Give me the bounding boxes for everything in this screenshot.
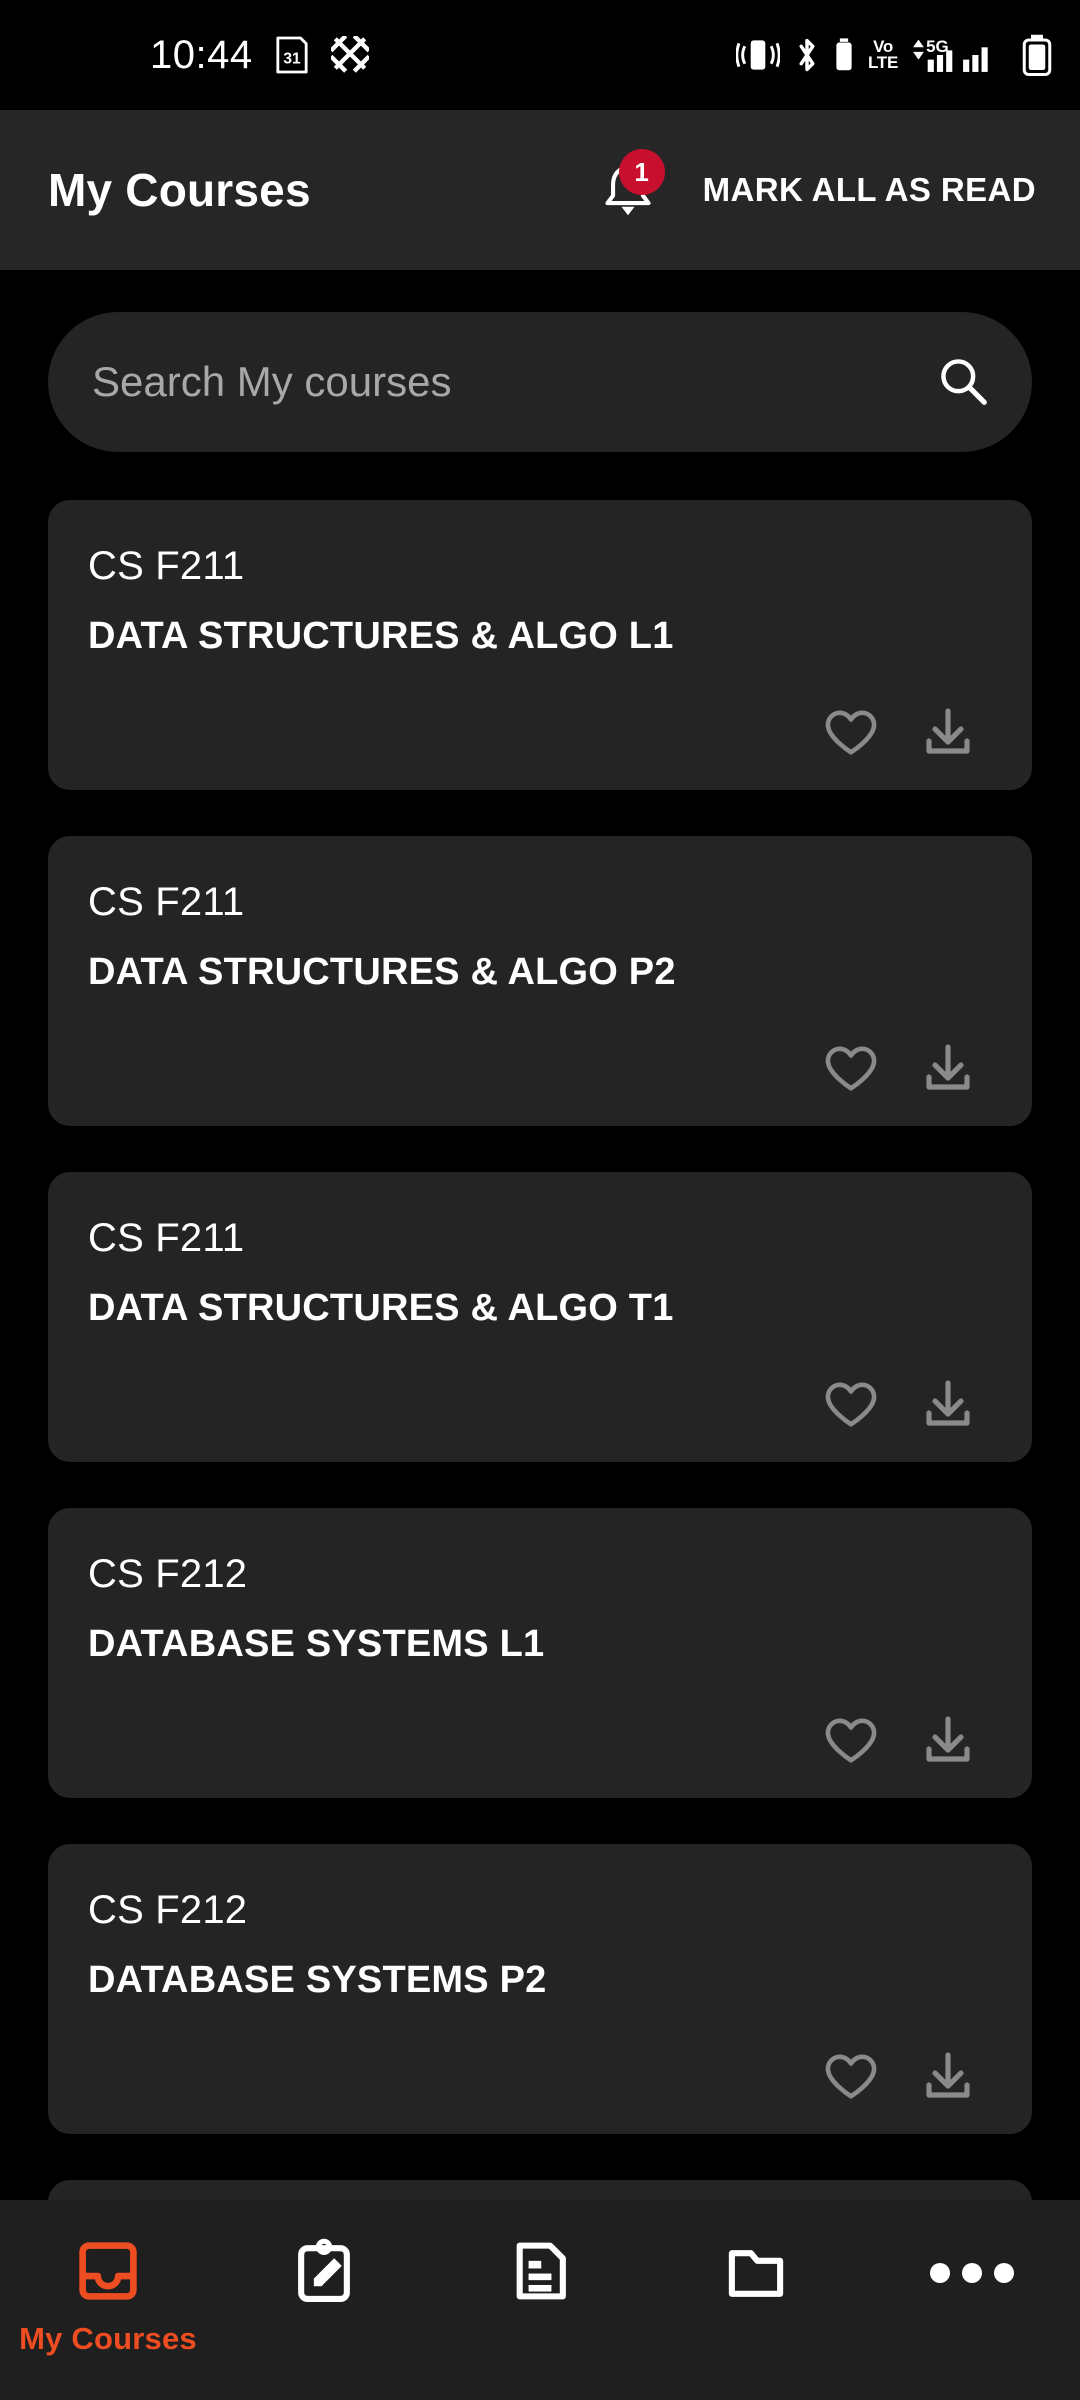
status-bar: 10:44 31 Vo LTE 5G xyxy=(0,0,1080,110)
course-name: DATABASE SYSTEMS P2 xyxy=(88,1959,547,2001)
nav-item-more[interactable] xyxy=(864,2200,1080,2400)
inbox-tray-icon xyxy=(75,2238,141,2309)
bluetooth-battery-icon xyxy=(834,37,854,73)
course-code: CS F212 xyxy=(88,1888,248,1932)
course-card-actions xyxy=(88,2051,992,2108)
course-card-actions xyxy=(88,707,992,764)
calendar-31-icon: 31 xyxy=(275,35,309,75)
nav-item-my-courses[interactable]: My Courses xyxy=(0,2200,216,2400)
heart-outline-icon[interactable] xyxy=(824,708,878,763)
course-name: DATA STRUCTURES & ALGO L1 xyxy=(88,615,674,657)
svg-text:5G: 5G xyxy=(926,37,949,56)
phone-screen: 10:44 31 Vo LTE 5G My Courses 1 MARK ALL… xyxy=(0,0,1080,2400)
search-input[interactable]: Search My courses xyxy=(92,358,936,406)
bluetooth-icon xyxy=(794,36,820,74)
volte-bottom-text: LTE xyxy=(868,53,898,72)
course-name: DATA STRUCTURES & ALGO P2 xyxy=(88,951,676,993)
course-card[interactable]: CS F211 DATA STRUCTURES & ALGO T1 xyxy=(48,1172,1032,1462)
course-card[interactable]: CS F212 DATABASE SYSTEMS L1 xyxy=(48,1508,1032,1798)
course-card-list: CS F211 DATA STRUCTURES & ALGO L1 CS F21… xyxy=(0,500,1080,2200)
page-title: My Courses xyxy=(48,164,311,216)
nav-item-files[interactable] xyxy=(648,2200,864,2400)
course-code: CS F212 xyxy=(88,1552,248,1596)
app-x-icon xyxy=(330,36,369,74)
battery-icon xyxy=(1022,34,1052,76)
course-card-actions xyxy=(88,1715,992,1772)
course-name: DATA STRUCTURES & ALGO T1 xyxy=(88,1287,674,1329)
status-bar-right: Vo LTE 5G xyxy=(736,34,1052,76)
mark-all-as-read-button[interactable]: MARK ALL AS READ xyxy=(689,161,1050,219)
heart-outline-icon[interactable] xyxy=(824,1380,878,1435)
more-dots-icon xyxy=(930,2238,1014,2308)
nav-label-my-courses: My Courses xyxy=(19,2321,197,2356)
dot xyxy=(994,2263,1014,2283)
course-list-scroll-area[interactable]: Search My courses CS F211 DATA STRUCTURE… xyxy=(0,270,1080,2200)
course-code: CS F211 xyxy=(88,1216,245,1260)
vibrate-icon xyxy=(736,36,781,74)
status-bar-clock: 10:44 xyxy=(150,32,253,77)
5g-signal-icon: 5G xyxy=(912,35,1008,75)
volte-icon: Vo LTE xyxy=(868,38,898,72)
course-card[interactable]: CS F211 DATA STRUCTURES & ALGO P2 xyxy=(48,836,1032,1126)
download-icon[interactable] xyxy=(922,1043,974,1100)
heart-outline-icon[interactable] xyxy=(824,1044,878,1099)
nav-item-assignments[interactable] xyxy=(216,2200,432,2400)
clipboard-pencil-icon xyxy=(291,2238,357,2309)
dot xyxy=(962,2263,982,2283)
course-card-actions xyxy=(88,1043,992,1100)
folder-icon xyxy=(723,2238,789,2309)
download-icon[interactable] xyxy=(922,707,974,764)
course-card-actions xyxy=(88,1379,992,1436)
status-bar-left: 10:44 31 xyxy=(150,33,369,78)
heart-outline-icon[interactable] xyxy=(824,1716,878,1771)
app-bar: My Courses 1 MARK ALL AS READ xyxy=(0,110,1080,270)
svg-text:31: 31 xyxy=(283,51,301,68)
download-icon[interactable] xyxy=(922,2051,974,2108)
bottom-navigation-bar: My Courses xyxy=(0,2200,1080,2400)
heart-outline-icon[interactable] xyxy=(824,2052,878,2107)
document-lines-icon xyxy=(507,2238,573,2309)
course-card-partial[interactable] xyxy=(48,2180,1032,2200)
course-code: CS F211 xyxy=(88,880,245,924)
dot xyxy=(930,2263,950,2283)
notification-badge: 1 xyxy=(618,149,665,195)
download-icon[interactable] xyxy=(922,1715,974,1772)
course-name: DATABASE SYSTEMS L1 xyxy=(88,1623,545,1665)
search-bar[interactable]: Search My courses xyxy=(48,312,1032,452)
course-card[interactable]: CS F211 DATA STRUCTURES & ALGO L1 xyxy=(48,500,1032,790)
notifications-button[interactable]: 1 xyxy=(593,149,665,227)
course-card[interactable]: CS F212 DATABASE SYSTEMS P2 xyxy=(48,1844,1032,2134)
course-code: CS F211 xyxy=(88,544,245,588)
app-bar-actions: 1 MARK ALL AS READ xyxy=(593,149,1050,227)
download-icon[interactable] xyxy=(922,1379,974,1436)
nav-item-resources[interactable] xyxy=(432,2200,648,2400)
search-icon[interactable] xyxy=(936,354,988,411)
